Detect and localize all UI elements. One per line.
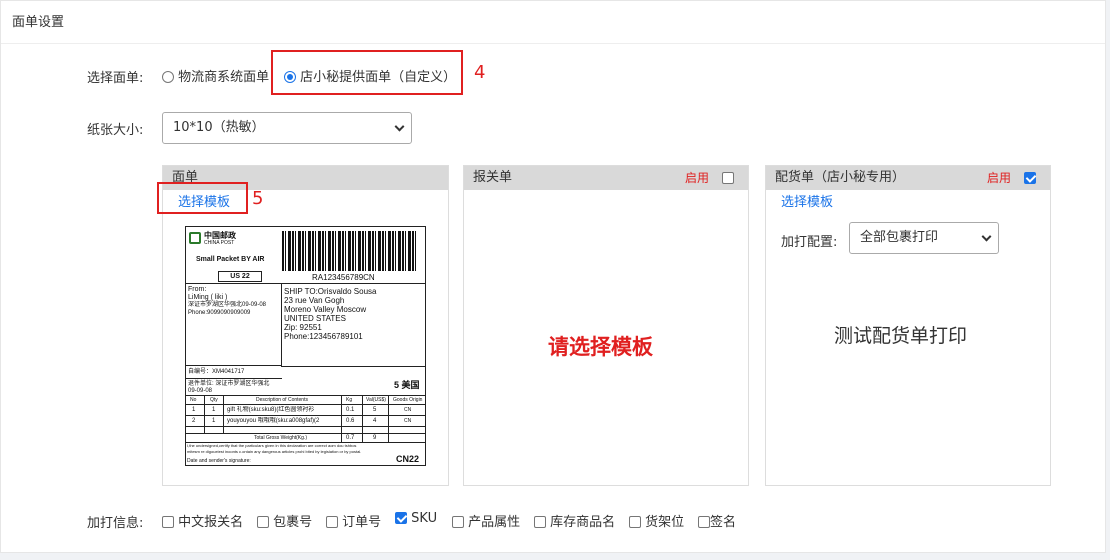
option-label: 货架位 [645, 515, 685, 530]
checkbox-checked[interactable] [395, 512, 407, 524]
self-number: 自编号：XM4041717 [188, 369, 245, 375]
select-waybill-label: 选择面单: [87, 71, 144, 86]
annotation-box-4 [271, 50, 463, 95]
ship-to-line2: Moreno Valley Moscow [284, 305, 367, 314]
option-label: 签名 [710, 515, 737, 530]
chevron-down-icon [981, 231, 992, 242]
checkbox[interactable] [257, 516, 269, 528]
customs-card-title: 报关单 [473, 170, 513, 185]
option-label: 产品属性 [468, 515, 521, 530]
radio-label: 物流商系统面单 [178, 70, 270, 85]
picking-card-header: 配货单（店小秘专用） 启用 [766, 166, 1050, 190]
picking-choose-template-link[interactable]: 选择模板 [781, 191, 833, 210]
chevron-down-icon [394, 121, 405, 132]
declaration-text-2: mitesm re digoueiest inoonts c.ontain an… [187, 449, 362, 454]
option-package-number[interactable]: 包裹号 [257, 511, 312, 530]
country-code-box: US 22 [218, 271, 262, 282]
option-sku[interactable]: SKU [395, 511, 437, 526]
option-chinese-customs-name[interactable]: 中文报关名 [162, 511, 243, 530]
checkbox[interactable] [698, 516, 710, 528]
ship-to-line1: 23 rue Van Gogh [284, 296, 345, 305]
row2-qty: 1 [212, 418, 216, 424]
customs-card: 报关单 启用 [463, 165, 749, 486]
tracking-number: RA123456789CN [312, 273, 375, 282]
annotation-box-5 [157, 182, 248, 214]
picking-enable-checkbox[interactable] [1024, 172, 1036, 184]
annotation-number-5: 5 [252, 188, 264, 209]
option-label: 中文报关名 [178, 515, 244, 530]
picking-enable-label: 启用 [987, 171, 1012, 185]
picking-card-title: 配货单（店小秘专用） [775, 170, 906, 185]
option-product-attributes[interactable]: 产品属性 [452, 511, 520, 530]
service-name: Small Packet BY AIR [196, 256, 265, 263]
row2-val: 4 [373, 418, 377, 424]
row1-val: 5 [373, 407, 377, 413]
row2-origin: CN [404, 418, 412, 424]
checkbox[interactable] [162, 516, 174, 528]
row2-kg: 0.6 [346, 418, 355, 424]
radio-circle[interactable] [162, 71, 174, 83]
extra-config-select[interactable]: 全部包裹打印 [849, 222, 999, 254]
paper-size-select[interactable]: 10*10（热敏） [162, 112, 412, 144]
option-label: 库存商品名 [550, 515, 616, 530]
panel-title: 面单设置 [1, 1, 1105, 44]
china-post-logo-icon [189, 232, 201, 244]
extra-info-label: 加打信息: [87, 516, 144, 531]
row1-origin: CN [404, 407, 412, 413]
ship-to-name: SHIP TO:Orisvaldo Sousa [284, 287, 377, 296]
checkbox[interactable] [326, 516, 338, 528]
checkbox[interactable] [452, 516, 464, 528]
ship-to-phone: Phone:123456789101 [284, 332, 363, 341]
option-label: SKU [411, 511, 438, 526]
cn22-mark: CN22 [396, 454, 420, 464]
option-signature[interactable]: 签名 [698, 511, 736, 530]
option-shelf-location[interactable]: 货架位 [629, 511, 684, 530]
row2-desc: youyouyou 哦哦哦(sku:a008gfaf)(2 [227, 418, 320, 424]
extra-config-label: 加打配置: [781, 235, 838, 250]
radio-carrier-waybill[interactable]: 物流商系统面单 [162, 66, 269, 85]
ship-to-line3: UNITED STATES [284, 314, 346, 323]
zone-label: 5 美国 [394, 380, 420, 390]
option-label: 订单号 [342, 515, 382, 530]
ship-to-zip: Zip: 92551 [284, 323, 322, 332]
from-phone: Phone:9099090909009 [188, 310, 251, 316]
customs-placeholder: 请选择模板 [548, 335, 653, 359]
checkbox[interactable] [629, 516, 641, 528]
brand-en: CHINA POST [204, 240, 235, 246]
row2-no: 2 [192, 418, 196, 424]
waybill-preview: 中国邮政 CHINA POST Small Packet BY AIR US 2… [185, 226, 426, 466]
test-print-text[interactable]: 测试配货单打印 [834, 321, 967, 348]
row1-desc: gift 礼物(sku:sku8)(红色圆领衬衫 [227, 407, 315, 413]
option-label: 包裹号 [273, 515, 313, 530]
row1-kg: 0.1 [346, 407, 355, 413]
row1-qty: 1 [212, 407, 216, 413]
paper-size-value: 10*10（热敏） [173, 120, 265, 135]
paper-size-label: 纸张大小: [87, 123, 144, 138]
barcode-image [282, 231, 418, 271]
option-stock-product-name[interactable]: 库存商品名 [534, 511, 615, 530]
sender-signature: Date and sender's signature: [187, 458, 251, 464]
customs-enable-label: 启用 [685, 171, 710, 185]
option-order-number[interactable]: 订单号 [326, 511, 381, 530]
extra-config-value: 全部包裹打印 [860, 230, 939, 245]
customs-card-header: 报关单 启用 [464, 166, 748, 190]
annotation-number-4: 4 [474, 62, 486, 83]
customs-enable-checkbox[interactable] [722, 172, 734, 184]
checkbox[interactable] [534, 516, 546, 528]
row1-no: 1 [192, 407, 196, 413]
